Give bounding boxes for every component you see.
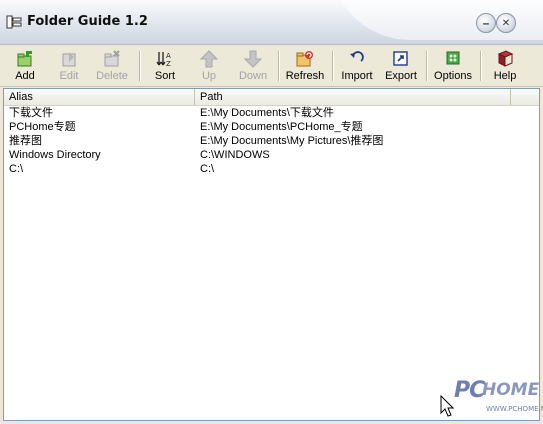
list-row[interactable]: C:\ C:\ — [4, 162, 539, 176]
folder-list[interactable]: Alias Path 下载文件 E:\My Documents\下载文件 PCH… — [3, 88, 540, 421]
path-cell: E:\My Documents\下载文件 — [200, 107, 334, 119]
help-button[interactable]: Help — [490, 47, 520, 84]
path-cell: C:\ — [200, 163, 215, 175]
toolbar-separator — [332, 51, 334, 81]
list-row[interactable]: 推荐图 E:\My Documents\My Pictures\推荐图 — [4, 134, 539, 148]
sort-button[interactable]: A Z Sort — [150, 47, 180, 84]
options-button[interactable]: Options — [434, 47, 472, 84]
title-bar[interactable]: Folder Guide 1.2 – ✕ — [0, 0, 543, 45]
refresh-icon — [296, 51, 313, 67]
close-button[interactable]: ✕ — [496, 13, 516, 33]
export-button[interactable]: Export — [384, 47, 418, 84]
window-title: Folder Guide 1.2 — [27, 14, 148, 29]
import-icon — [350, 51, 364, 62]
options-icon — [446, 51, 460, 65]
svg-text:A: A — [166, 52, 171, 60]
edit-button[interactable]: Edit — [55, 47, 83, 84]
list-header: Alias Path — [4, 89, 539, 106]
export-icon — [393, 51, 408, 66]
toolbar: Add Edit Delete A Z Sort Up Down Refresh… — [0, 45, 543, 87]
close-icon: ✕ — [501, 17, 511, 29]
import-button[interactable]: Import — [340, 47, 374, 84]
arrow-up-icon — [200, 50, 218, 68]
add-folder-icon — [17, 51, 32, 67]
minimize-button[interactable]: – — [476, 13, 496, 33]
edit-folder-icon — [62, 52, 76, 67]
list-row[interactable]: Windows Directory C:\WINDOWS — [4, 148, 539, 162]
help-book-icon — [497, 50, 514, 67]
alias-cell: 下载文件 — [9, 107, 53, 119]
column-header-filler — [511, 89, 539, 105]
svg-text:Z: Z — [166, 60, 171, 68]
mouse-cursor-icon — [440, 395, 454, 417]
path-cell: E:\My Documents\My Pictures\推荐图 — [200, 135, 384, 147]
delete-folder-icon — [104, 50, 120, 67]
path-cell: E:\My Documents\PCHome_专题 — [200, 121, 363, 133]
refresh-button[interactable]: Refresh — [284, 47, 326, 84]
list-row[interactable]: PCHome专题 E:\My Documents\PCHome_专题 — [4, 120, 539, 134]
toolbar-separator — [426, 51, 428, 81]
path-cell: C:\WINDOWS — [200, 149, 270, 161]
toolbar-separator — [139, 51, 141, 81]
down-button[interactable]: Down — [236, 47, 270, 84]
list-row[interactable]: 下载文件 E:\My Documents\下载文件 — [4, 106, 539, 120]
delete-button[interactable]: Delete — [93, 47, 131, 84]
toolbar-separator — [480, 51, 482, 81]
alias-cell: C:\ — [9, 163, 24, 175]
alias-cell: Windows Directory — [9, 149, 101, 161]
arrow-down-icon — [244, 50, 262, 68]
sort-icon: A Z — [156, 52, 171, 68]
alias-cell: 推荐图 — [9, 135, 42, 147]
alias-cell: PCHome专题 — [9, 121, 76, 133]
up-button[interactable]: Up — [196, 47, 222, 84]
list-rows: 下载文件 E:\My Documents\下载文件 PCHome专题 E:\My… — [4, 106, 539, 176]
toolbar-separator — [278, 51, 280, 81]
app-folder-guide-icon — [6, 15, 22, 29]
column-header-alias[interactable]: Alias — [4, 89, 195, 105]
add-button[interactable]: Add — [10, 47, 40, 84]
minimize-icon: – — [482, 16, 490, 30]
column-header-path[interactable]: Path — [195, 89, 511, 105]
